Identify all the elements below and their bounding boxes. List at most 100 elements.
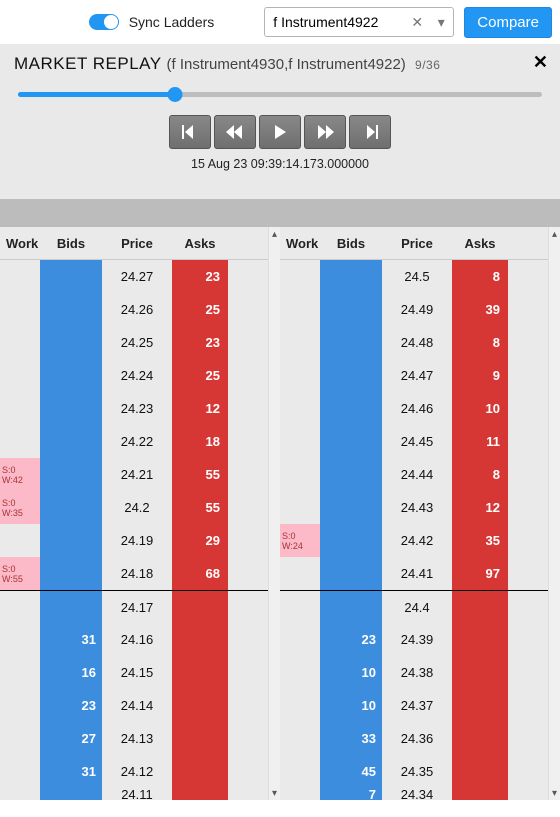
bid-cell[interactable] — [40, 359, 102, 392]
ladder-row[interactable]: 24.488 — [280, 326, 548, 359]
work-cell[interactable] — [280, 458, 320, 491]
work-cell[interactable] — [0, 656, 40, 689]
price-cell[interactable]: 24.45 — [382, 425, 452, 458]
work-cell[interactable] — [0, 623, 40, 656]
price-cell[interactable]: 24.17 — [102, 591, 172, 623]
work-cell[interactable] — [0, 359, 40, 392]
price-cell[interactable]: 24.36 — [382, 722, 452, 755]
instrument-input[interactable] — [273, 14, 403, 30]
ask-cell[interactable]: 23 — [172, 326, 228, 359]
price-cell[interactable]: 24.25 — [102, 326, 172, 359]
ask-cell[interactable]: 11 — [452, 425, 508, 458]
ladder-row[interactable]: S:0W:5524.1868 — [0, 557, 268, 590]
scroll-down-icon[interactable]: ▾ — [269, 786, 280, 800]
price-cell[interactable]: 24.48 — [382, 326, 452, 359]
ask-cell[interactable]: 97 — [452, 557, 508, 590]
work-cell[interactable] — [0, 326, 40, 359]
ladder-row[interactable]: 3124.16 — [0, 623, 268, 656]
ladder-row[interactable]: S:0W:4224.2155 — [0, 458, 268, 491]
scroll-up-icon[interactable]: ▴ — [269, 227, 280, 241]
work-cell[interactable] — [280, 788, 320, 800]
ask-cell[interactable]: 8 — [452, 260, 508, 293]
ladder-row[interactable]: 24.2625 — [0, 293, 268, 326]
ladder-row[interactable]: S:0W:2424.4235 — [280, 524, 548, 557]
work-cell[interactable] — [0, 260, 40, 293]
ladder-row[interactable]: 24.4 — [280, 590, 548, 623]
ladder-row[interactable]: 24.1929 — [0, 524, 268, 557]
price-cell[interactable]: 24.14 — [102, 689, 172, 722]
bid-cell[interactable] — [40, 591, 102, 623]
work-cell[interactable] — [280, 491, 320, 524]
price-cell[interactable]: 24.35 — [382, 755, 452, 788]
bid-cell[interactable] — [40, 557, 102, 590]
price-cell[interactable]: 24.11 — [102, 788, 172, 800]
work-cell[interactable] — [0, 524, 40, 557]
ladder-row[interactable]: 3124.12 — [0, 755, 268, 788]
ask-cell[interactable]: 39 — [452, 293, 508, 326]
ask-cell[interactable] — [452, 591, 508, 623]
bid-cell[interactable] — [40, 326, 102, 359]
ladder-row[interactable]: 24.11 — [0, 788, 268, 800]
rewind-button[interactable] — [214, 115, 256, 149]
scroll-down-icon[interactable]: ▾ — [549, 786, 560, 800]
scroll-up-icon[interactable]: ▴ — [549, 227, 560, 241]
ask-cell[interactable]: 29 — [172, 524, 228, 557]
work-cell[interactable]: S:0W:24 — [280, 524, 320, 557]
scrollbar[interactable]: ▴ ▾ — [548, 227, 560, 800]
bid-cell[interactable] — [320, 359, 382, 392]
ask-cell[interactable]: 12 — [172, 392, 228, 425]
work-cell[interactable]: S:0W:35 — [0, 491, 40, 524]
ladder-row[interactable]: 24.4511 — [280, 425, 548, 458]
bid-cell[interactable] — [320, 458, 382, 491]
ladder-row[interactable]: 24.2523 — [0, 326, 268, 359]
price-cell[interactable]: 24.12 — [102, 755, 172, 788]
work-cell[interactable] — [280, 260, 320, 293]
ask-cell[interactable]: 18 — [172, 425, 228, 458]
work-cell[interactable] — [280, 326, 320, 359]
ladder-row[interactable]: 24.17 — [0, 590, 268, 623]
ladder-row[interactable]: 1024.38 — [280, 656, 548, 689]
bid-cell[interactable] — [40, 491, 102, 524]
ask-cell[interactable] — [172, 755, 228, 788]
price-cell[interactable]: 24.21 — [102, 458, 172, 491]
ladder-row[interactable]: 24.4939 — [280, 293, 548, 326]
skip-start-button[interactable] — [169, 115, 211, 149]
ladder-row[interactable]: 24.2312 — [0, 392, 268, 425]
ask-cell[interactable]: 23 — [172, 260, 228, 293]
fast-forward-button[interactable] — [304, 115, 346, 149]
ask-cell[interactable] — [172, 656, 228, 689]
price-cell[interactable]: 24.39 — [382, 623, 452, 656]
bid-cell[interactable] — [40, 458, 102, 491]
price-cell[interactable]: 24.43 — [382, 491, 452, 524]
work-cell[interactable] — [280, 623, 320, 656]
work-cell[interactable] — [0, 755, 40, 788]
ladder-row[interactable]: 2324.39 — [280, 623, 548, 656]
price-cell[interactable]: 24.18 — [102, 557, 172, 590]
ask-cell[interactable]: 55 — [172, 491, 228, 524]
work-cell[interactable] — [0, 293, 40, 326]
price-cell[interactable]: 24.27 — [102, 260, 172, 293]
bid-cell[interactable]: 27 — [40, 722, 102, 755]
work-cell[interactable] — [280, 591, 320, 623]
bid-cell[interactable]: 45 — [320, 755, 382, 788]
work-cell[interactable]: S:0W:42 — [0, 458, 40, 491]
work-cell[interactable] — [280, 656, 320, 689]
price-cell[interactable]: 24.44 — [382, 458, 452, 491]
ask-cell[interactable]: 9 — [452, 359, 508, 392]
ladder-body[interactable]: 24.272324.262524.252324.242524.231224.22… — [0, 260, 280, 800]
bid-cell[interactable] — [320, 557, 382, 590]
bid-cell[interactable] — [320, 491, 382, 524]
price-cell[interactable]: 24.24 — [102, 359, 172, 392]
bid-cell[interactable]: 33 — [320, 722, 382, 755]
ask-cell[interactable] — [172, 722, 228, 755]
close-icon[interactable]: ✕ — [533, 52, 548, 73]
bid-cell[interactable]: 31 — [40, 755, 102, 788]
chevron-down-icon[interactable]: ▾ — [431, 9, 451, 35]
price-cell[interactable]: 24.13 — [102, 722, 172, 755]
price-cell[interactable]: 24.42 — [382, 524, 452, 557]
work-cell[interactable] — [0, 425, 40, 458]
work-cell[interactable] — [0, 689, 40, 722]
price-cell[interactable]: 24.22 — [102, 425, 172, 458]
bid-cell[interactable]: 10 — [320, 689, 382, 722]
ladder-row[interactable]: 2724.13 — [0, 722, 268, 755]
